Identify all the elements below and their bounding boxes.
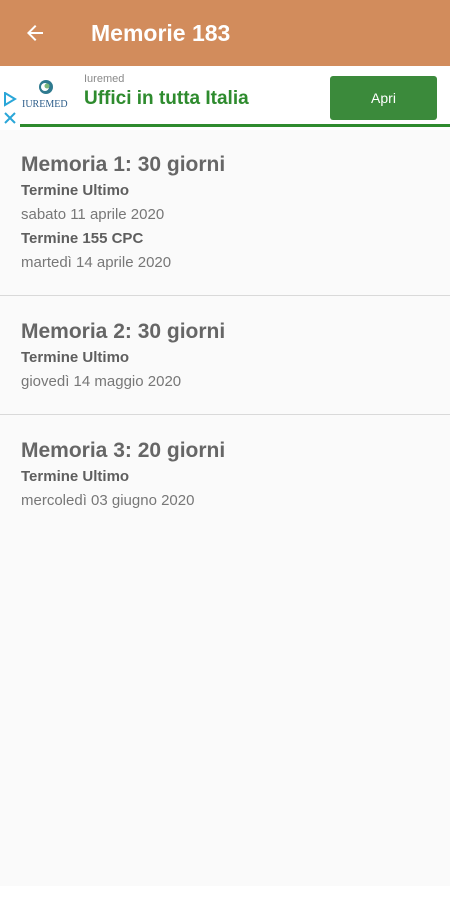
item-title: Memoria 1: 30 giorni — [21, 153, 226, 176]
screen: Memorie 183 IUREMED Iuremed Uffici in tu… — [0, 0, 450, 886]
list-item[interactable]: Memoria 2: 30 giorni Termine Ultimo giov… — [0, 296, 450, 415]
list-item[interactable]: Memoria 3: 20 giorni Termine Ultimo merc… — [0, 415, 450, 534]
ad-logo: IUREMED — [21, 78, 75, 118]
deadline-label: Termine 155 CPC — [21, 230, 144, 247]
ad-brand: Iuremed — [84, 73, 125, 85]
deadline-label: Termine Ultimo — [21, 468, 130, 485]
ad-banner[interactable]: IUREMED Iuremed Uffici in tutta Italia A… — [0, 66, 450, 130]
ad-open-button[interactable]: Apri — [330, 76, 437, 120]
ad-divider — [20, 124, 450, 127]
svg-text:IUREMED: IUREMED — [22, 99, 68, 110]
item-title: Memoria 3: 20 giorni — [21, 439, 226, 462]
deadline-date: martedì 14 aprile 2020 — [21, 254, 172, 271]
list-item[interactable]: Memoria 1: 30 giorni Termine Ultimo saba… — [0, 130, 450, 296]
page-title: Memorie 183 — [91, 19, 231, 46]
deadline-label: Termine Ultimo — [21, 349, 130, 366]
deadline-date: mercoledì 03 giugno 2020 — [21, 492, 195, 509]
deadline-label: Termine Ultimo — [21, 182, 130, 199]
item-title: Memoria 2: 30 giorni — [21, 320, 226, 343]
arrow-left-icon — [27, 25, 43, 41]
memorie-list: Memoria 1: 30 giorni Termine Ultimo saba… — [0, 130, 450, 534]
deadline-date: giovedì 14 maggio 2020 — [21, 373, 182, 390]
ad-choices-icon[interactable] — [2, 92, 18, 126]
deadline-date: sabato 11 aprile 2020 — [21, 206, 165, 223]
ad-headline[interactable]: Uffici in tutta Italia — [84, 88, 249, 110]
app-bar: Memorie 183 — [0, 0, 450, 66]
back-button[interactable] — [0, 0, 70, 66]
